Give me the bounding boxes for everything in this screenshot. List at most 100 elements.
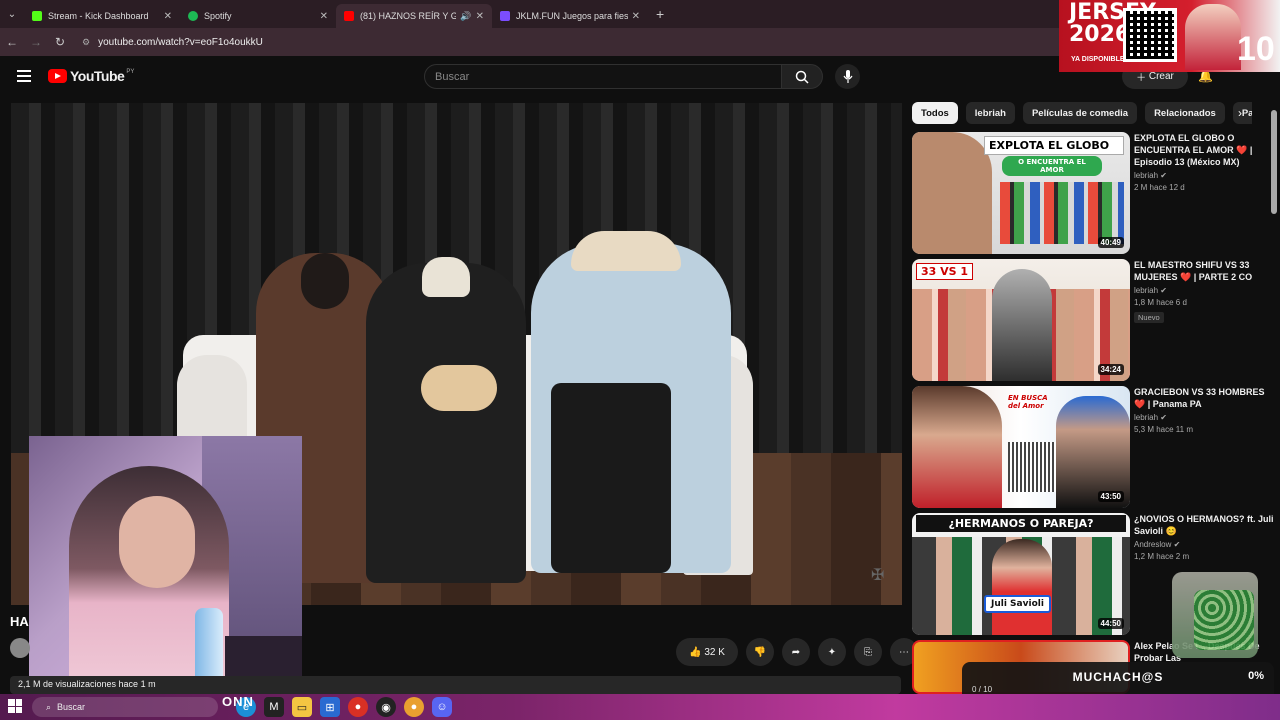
thumbs-down-icon: 👎 — [753, 646, 767, 658]
channel-name[interactable]: lebriah — [1134, 171, 1158, 180]
save-button[interactable]: ⎘ — [854, 638, 882, 666]
filter-chips: Todos lebriah Películas de comedia Relac… — [912, 102, 1252, 126]
like-button[interactable]: 👍 32 K — [676, 638, 738, 666]
goal-count: 0 / 10 — [972, 685, 993, 694]
windows-taskbar: ⌕ Buscar e M ▭ ⊞ ● ◉ ● ☺ — [0, 694, 1280, 720]
video-duration: 44:50 — [1097, 618, 1124, 629]
video-duration: 34:24 — [1097, 364, 1124, 375]
thumbnail-title: ¿HERMANOS O PAREJA? — [916, 515, 1126, 532]
close-icon[interactable]: ✕ — [476, 11, 484, 22]
chip-comedia[interactable]: Películas de comedia — [1022, 102, 1138, 124]
youtube-logo[interactable]: YouTube PY — [48, 68, 134, 84]
region-code: PY — [126, 69, 135, 75]
recommendation-title[interactable]: ¿NOVIOS O HERMANOS? ft. Juli Savioli 😊 — [1134, 513, 1274, 537]
thumbnail-title: 33 VS 1 — [916, 263, 974, 280]
recommendation-title[interactable]: GRACIEBON VS 33 HOMBRES ❤️ | Panama PA — [1134, 386, 1274, 410]
chevron-right-icon[interactable]: › — [1238, 106, 1242, 120]
close-icon[interactable]: ✕ — [320, 11, 328, 22]
thumbnail-title: EXPLOTA EL GLOBO — [984, 136, 1124, 155]
video-title: HA — [10, 614, 29, 629]
speaker-icon[interactable]: 🔊 — [460, 11, 471, 22]
new-tab-button[interactable]: + — [656, 6, 664, 22]
video-meta: 1,2 M hace 2 m — [1134, 552, 1190, 561]
jersey-ad-overlay: JERSEY 2026 YA DISPONIBLE 10 — [1059, 0, 1280, 72]
thumbnail-title: EN BUSCA del Amor — [1008, 394, 1048, 410]
tab-title: Spotify — [204, 11, 232, 21]
recommendation-title[interactable]: EXPLOTA EL GLOBO O ENCUENTRA EL AMOR ❤️ … — [1134, 132, 1274, 168]
ad-person-image — [1185, 4, 1241, 70]
store-icon[interactable]: ⊞ — [320, 697, 340, 717]
webcam-overlay — [29, 436, 302, 694]
search-input[interactable]: Buscar — [424, 64, 782, 89]
close-icon[interactable]: ✕ — [164, 11, 172, 22]
video-thumbnail[interactable]: ¿HERMANOS O PAREJA? Juli Savioli 44:50 — [912, 513, 1130, 635]
menu-icon[interactable] — [17, 70, 31, 82]
close-icon[interactable]: ✕ — [632, 11, 640, 22]
chip-para[interactable]: Para — [1232, 102, 1252, 124]
chip-relacionados[interactable]: Relacionados — [1145, 102, 1225, 124]
verified-icon: ✔ — [1160, 286, 1167, 295]
obs-icon[interactable]: ◉ — [376, 697, 396, 717]
site-info-icon[interactable]: ⚙ — [82, 37, 90, 48]
channel-avatar[interactable] — [10, 638, 30, 658]
youtube-icon — [344, 11, 354, 21]
tab-kick[interactable]: Stream - Kick Dashboard ✕ — [24, 4, 180, 28]
bookmark-icon: ⎘ — [864, 646, 872, 658]
youtube-wordmark: YouTube — [70, 68, 125, 84]
recommendation-title[interactable]: EL MAESTRO SHIFU VS 33 MUJERES ❤️ | PART… — [1134, 259, 1274, 283]
video-dog — [421, 365, 497, 411]
verified-icon: ✔ — [1160, 413, 1167, 422]
tab-spotify[interactable]: Spotify ✕ — [180, 4, 336, 28]
create-label: Crear — [1148, 71, 1174, 82]
video-meta: 1,8 M hace 6 d — [1134, 298, 1187, 307]
recommendation-item[interactable]: EN BUSCA del Amor 43:50 GRACIEBON VS 33 … — [912, 386, 1274, 508]
view-count: 2,1 M de visualizaciones hace 1 m — [18, 679, 156, 689]
channel-name[interactable]: lebriah — [1134, 413, 1158, 422]
goal-title: MUCHACH@S — [1072, 670, 1164, 684]
url-field[interactable]: ⚙ youtube.com/watch?v=eoF1o4oukkU — [78, 32, 1038, 52]
channel-name[interactable]: Andreslow — [1134, 540, 1171, 549]
reload-icon[interactable]: ↻ — [48, 35, 72, 49]
scrollbar[interactable] — [1271, 110, 1277, 214]
taskbar-search[interactable]: ⌕ Buscar — [32, 697, 218, 717]
search-icon — [795, 70, 809, 84]
like-count: 32 K — [704, 646, 725, 658]
video-thumbnail[interactable]: EXPLOTA EL GLOBO O ENCUENTRA EL AMOR 40:… — [912, 132, 1130, 254]
recommendation-item[interactable]: EXPLOTA EL GLOBO O ENCUENTRA EL AMOR 40:… — [912, 132, 1274, 254]
search-button[interactable] — [781, 64, 823, 89]
chrome-profile-icon[interactable]: ● — [404, 697, 424, 717]
tab-jklm[interactable]: JKLM.FUN Juegos para fiestas c ✕ — [492, 4, 648, 28]
url-text: youtube.com/watch?v=eoF1o4oukkU — [98, 36, 263, 48]
windows-start-icon[interactable] — [8, 699, 22, 713]
channel-watermark-icon: ✠ — [871, 567, 885, 584]
chrome-icon[interactable]: ● — [348, 697, 368, 717]
taskbar-search-text: Buscar — [57, 702, 86, 712]
channel-name[interactable]: lebriah — [1134, 286, 1158, 295]
jklm-icon — [500, 11, 510, 21]
video-description-box[interactable]: 2,1 M de visualizaciones hace 1 m — [10, 676, 901, 694]
dislike-button[interactable]: 👎 — [746, 638, 774, 666]
video-thumbnail[interactable]: 33 VS 1 34:24 — [912, 259, 1130, 381]
discord-icon[interactable]: ☺ — [432, 697, 452, 717]
tab-youtube[interactable]: (81) HAZNOS REÍR Y GANA 🔊 ✕ — [336, 4, 492, 28]
share-button[interactable]: ➦ — [782, 638, 810, 666]
ask-button[interactable]: ✦ — [818, 638, 846, 666]
video-person-3 — [531, 231, 731, 573]
file-explorer-icon[interactable]: ▭ — [292, 697, 312, 717]
kick-icon — [32, 11, 42, 21]
tab-title: Stream - Kick Dashboard — [48, 11, 149, 21]
video-thumbnail[interactable]: EN BUSCA del Amor 43:50 — [912, 386, 1130, 508]
thumbs-up-icon: 👍 — [689, 646, 705, 658]
stream-overlay-text: ONN — [222, 694, 254, 709]
back-icon[interactable]: ← — [0, 35, 24, 49]
video-duration: 43:50 — [1097, 491, 1124, 502]
chip-todos[interactable]: Todos — [912, 102, 958, 124]
forward-icon[interactable]: → — [24, 35, 48, 49]
taskbar-apps: e M ▭ ⊞ ● ◉ ● ☺ — [236, 697, 452, 717]
media-icon[interactable]: M — [264, 697, 284, 717]
chip-lebriah[interactable]: lebriah — [965, 102, 1015, 124]
recommendation-item[interactable]: 33 VS 1 34:24 EL MAESTRO SHIFU VS 33 MUJ… — [912, 259, 1274, 381]
tab-search-icon[interactable]: ⌄ — [0, 0, 24, 28]
more-icon: ⋯ — [899, 646, 909, 658]
voice-search-button[interactable] — [835, 64, 860, 89]
